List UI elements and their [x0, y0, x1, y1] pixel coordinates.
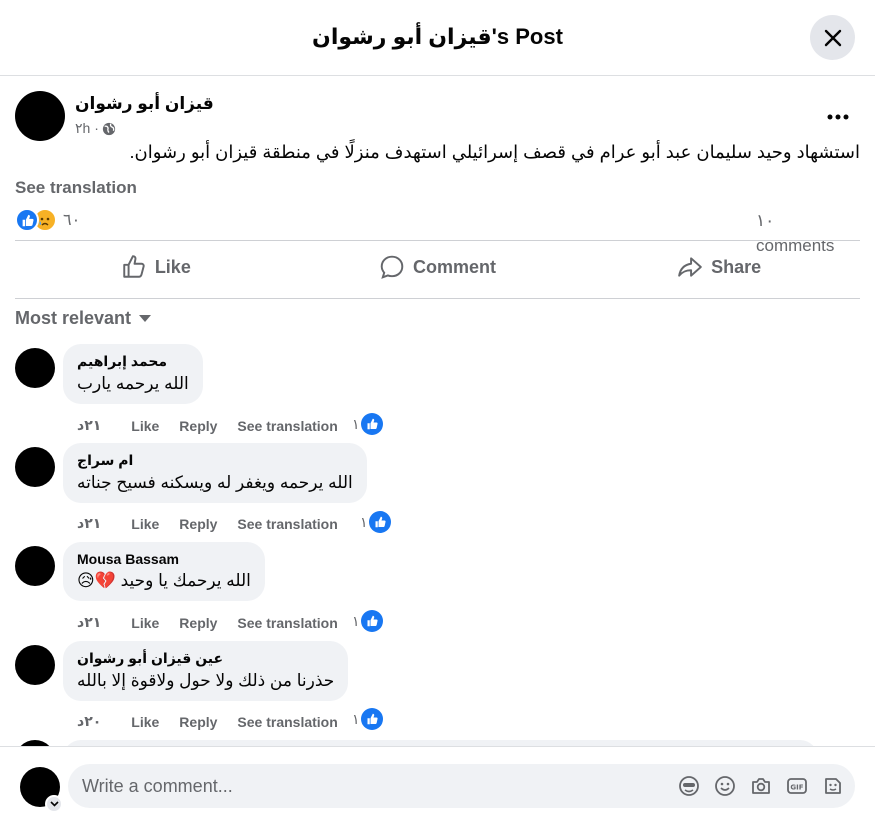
divider — [15, 298, 860, 299]
comment-input-box: GIF — [68, 764, 855, 808]
comment-item: محمد إبراهيم الله يرحمه يارب ٢١د Like Re… — [15, 344, 855, 439]
comment-text: الله يرحمك يا وحيد 💔😥 — [77, 571, 251, 590]
comment-bubble: محمد إبراهيم الله يرحمه يارب — [63, 344, 203, 404]
comment-item: Mousa Bassam الله يرحمك يا وحيد 💔😥 ٢١د L… — [15, 542, 855, 637]
comment-like-count: ١ — [352, 612, 360, 629]
chevron-down-icon[interactable] — [45, 795, 63, 813]
like-button[interactable]: Like — [15, 246, 297, 288]
author-avatar[interactable] — [15, 91, 65, 141]
like-icon — [368, 511, 391, 533]
comment-time[interactable]: ٢١د — [77, 515, 101, 532]
like-icon — [360, 413, 383, 435]
commenter-name[interactable]: ام سراج — [77, 452, 353, 469]
emoji-icon[interactable] — [713, 774, 737, 798]
comment-bubble: Mousa Bassam الله يرحمك يا وحيد 💔😥 — [63, 542, 265, 601]
gif-icon[interactable]: GIF — [785, 774, 809, 798]
comment-item: ام سراج الله يرحمه ويغفر له ويسكنه فسيح … — [15, 443, 855, 538]
divider — [15, 240, 860, 241]
comment-button-label: Comment — [413, 256, 497, 277]
comment-like-button[interactable]: Like — [131, 418, 159, 434]
comment-reaction-badge[interactable]: ١ — [352, 610, 383, 632]
reaction-count: ٦٠ — [63, 212, 81, 229]
more-icon — [827, 114, 849, 120]
post-time[interactable]: ٢h · — [75, 120, 99, 137]
comment-reply-button[interactable]: Reply — [179, 714, 217, 730]
comment-reaction-badge[interactable]: ١ — [360, 511, 391, 533]
commenter-name[interactable]: محمد إبراهيم — [77, 353, 189, 370]
share-button-label: Share — [711, 256, 762, 277]
close-icon — [824, 29, 841, 46]
commenter-avatar[interactable] — [15, 348, 55, 388]
comment-like-button[interactable]: Like — [131, 615, 159, 631]
more-options-button[interactable] — [822, 100, 854, 130]
post-meta: ٢h · — [75, 120, 116, 137]
post-action-bar: Like Comment Share — [15, 246, 860, 288]
composer-tools: GIF — [677, 774, 845, 798]
comment-composer: GIF — [0, 746, 875, 832]
share-button[interactable]: Share — [578, 246, 860, 288]
comment-like-button[interactable]: Like — [131, 516, 159, 532]
comment-time[interactable]: ٢١د — [77, 614, 101, 631]
comment-actions: ٢١د Like Reply See translation — [77, 614, 358, 631]
comment-button[interactable]: Comment — [297, 246, 579, 288]
comment-time[interactable]: ٢١د — [77, 417, 101, 434]
comment-text: حذرنا من ذلك ولا حول ولاقوة إلا بالله — [77, 671, 335, 690]
post-text: استشهاد وحيد سليمان عبد أبو عرام في قصف … — [129, 142, 860, 162]
comment-like-count: ١ — [352, 710, 360, 727]
commenter-name[interactable]: Mousa Bassam — [77, 551, 251, 567]
comment-actions: ٢١د Like Reply See translation — [77, 515, 358, 532]
close-button[interactable] — [810, 15, 855, 60]
like-button-label: Like — [154, 256, 191, 277]
comment-reply-button[interactable]: Reply — [179, 615, 217, 631]
comment-text: الله يرحمه ويغفر له ويسكنه فسيح جناته — [77, 473, 353, 492]
comment-reply-button[interactable]: Reply — [179, 418, 217, 434]
comment-text: الله يرحمه يارب — [77, 374, 189, 393]
comment-like-count: ١ — [352, 415, 360, 432]
modal-title: قيزان أبو رشوان's Post — [312, 24, 563, 49]
comment-reaction-badge[interactable]: ١ — [352, 413, 383, 435]
thumbs-up-icon — [123, 255, 145, 278]
camera-icon[interactable] — [749, 774, 773, 798]
comment-see-translation[interactable]: See translation — [237, 418, 337, 434]
comment-like-button[interactable]: Like — [131, 714, 159, 730]
commenter-name[interactable]: عين قيزان أبو رشوان — [77, 650, 334, 667]
commenter-avatar[interactable] — [15, 447, 55, 487]
like-icon — [360, 610, 383, 632]
modal-header: قيزان أبو رشوان's Post — [0, 0, 875, 76]
comment-input[interactable] — [68, 764, 658, 808]
sort-label: Most relevant — [15, 308, 132, 328]
author-name[interactable]: قيزان أبو رشوان — [75, 94, 214, 114]
comment-see-translation[interactable]: See translation — [237, 714, 337, 730]
like-icon — [15, 208, 39, 232]
comment-sort-dropdown[interactable]: Most relevant — [15, 308, 152, 329]
reactions-summary[interactable]: ٦٠ — [15, 208, 80, 232]
caret-down-icon — [139, 314, 152, 322]
comment-see-translation[interactable]: See translation — [237, 516, 337, 532]
globe-icon — [102, 122, 115, 135]
comment-actions: ٢٠د Like Reply See translation — [77, 713, 358, 730]
like-icon — [360, 708, 383, 730]
comment-item: عين قيزان أبو رشوان حذرنا من ذلك ولا حول… — [15, 641, 855, 736]
comment-reply-button[interactable]: Reply — [179, 516, 217, 532]
share-icon — [678, 257, 702, 277]
avatar-sticker-icon[interactable] — [677, 774, 701, 798]
commenter-avatar[interactable] — [15, 546, 55, 586]
comment-bubble: ام سراج الله يرحمه ويغفر له ويسكنه فسيح … — [63, 443, 367, 503]
commenter-avatar[interactable] — [15, 645, 55, 685]
comment-see-translation[interactable]: See translation — [237, 615, 337, 631]
sticker-icon[interactable] — [821, 774, 845, 798]
comment-icon — [380, 255, 404, 279]
comment-bubble: عين قيزان أبو رشوان حذرنا من ذلك ولا حول… — [63, 641, 349, 701]
svg-text:GIF: GIF — [790, 784, 803, 792]
comment-reaction-badge[interactable]: ١ — [352, 708, 383, 730]
comment-time[interactable]: ٢٠د — [77, 713, 101, 730]
comment-actions: ٢١د Like Reply See translation — [77, 417, 358, 434]
see-translation-link[interactable]: See translation — [15, 178, 137, 198]
comment-like-count: ١ — [360, 513, 368, 530]
